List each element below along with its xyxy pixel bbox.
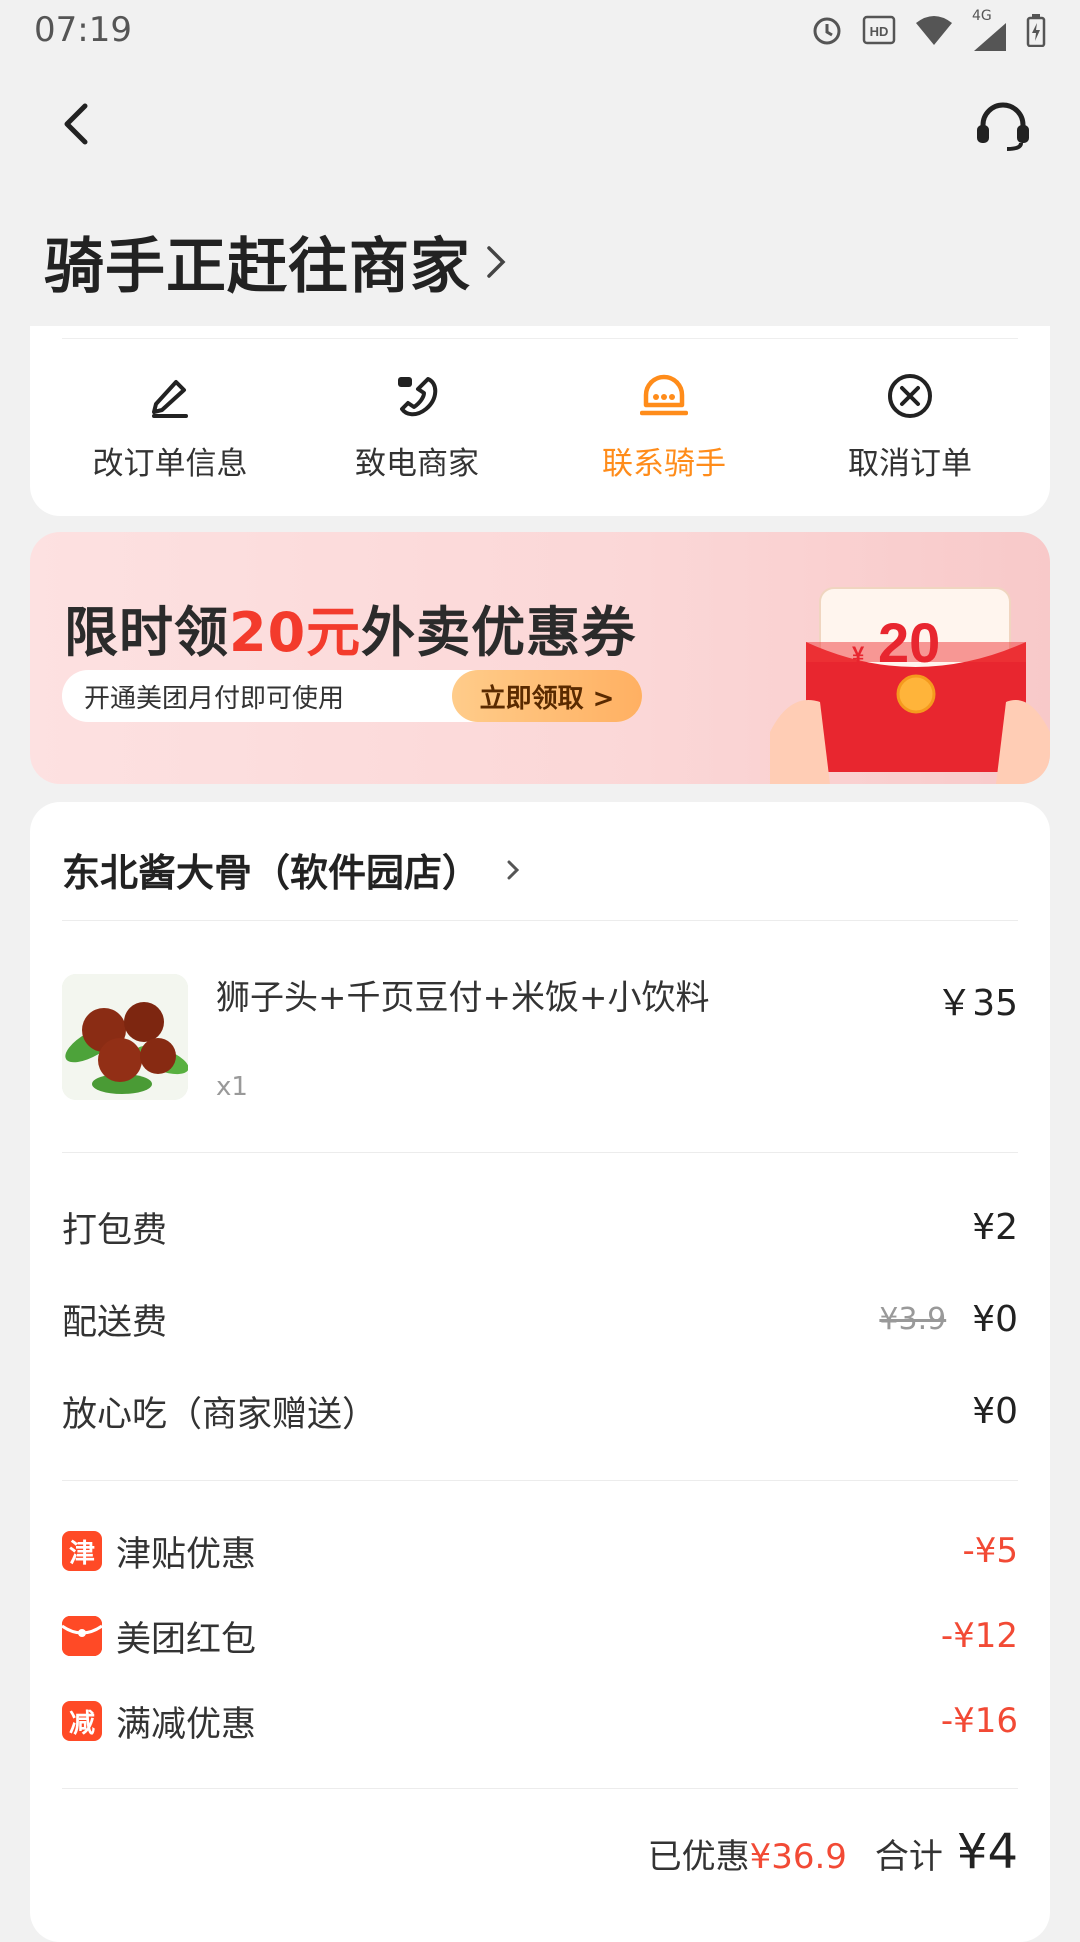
chat-icon xyxy=(640,372,688,420)
chevron-right-icon xyxy=(507,860,520,879)
pencil-icon xyxy=(146,372,194,420)
contact-rider-button[interactable]: 联系骑手 xyxy=(544,372,784,492)
action-label: 改订单信息 xyxy=(92,446,248,482)
status-time: 07:19 xyxy=(34,10,132,50)
cancel-icon xyxy=(886,372,934,420)
red-packet-icon xyxy=(62,1616,102,1656)
back-arrow-icon xyxy=(64,103,88,145)
banner-title-highlight: 20元 xyxy=(229,601,362,664)
customer-service-button[interactable] xyxy=(970,92,1036,158)
banner-subtitle: 开通美团月付即可使用 xyxy=(84,683,345,714)
coupon-currency: ¥ xyxy=(852,642,865,667)
fee-label: 放心吃（商家赠送） xyxy=(62,1394,378,1435)
status-bar: 07:19 HD 4G xyxy=(0,0,1080,60)
discount-label: 津贴优惠 xyxy=(116,1534,257,1575)
chevron-right-icon xyxy=(487,245,506,278)
item-price: ￥35 xyxy=(936,983,1018,1024)
action-label: 取消订单 xyxy=(848,446,972,482)
total-label: 合计 xyxy=(874,1837,943,1877)
shop-header[interactable]: 东北酱大骨（软件园店） xyxy=(62,842,520,897)
fee-label: 配送费 xyxy=(62,1302,168,1343)
network-type: 4G xyxy=(972,8,992,24)
svg-text:HD: HD xyxy=(870,24,889,39)
delivery-fee-row: 配送费 ¥3.9 ¥0 xyxy=(62,1294,1018,1344)
headset-icon xyxy=(977,102,1029,151)
alarm-icon xyxy=(813,17,841,45)
food-safety-row: 放心吃（商家赠送） ¥0 xyxy=(62,1386,1018,1436)
fee-value: ¥2 xyxy=(972,1206,1018,1248)
status-icons: HD 4G xyxy=(810,9,1046,51)
top-bar xyxy=(0,88,1080,158)
fee-label: 打包费 xyxy=(62,1210,168,1251)
discount-value: -¥16 xyxy=(940,1701,1018,1741)
hd-icon: HD xyxy=(862,15,896,45)
red-envelope-coupon-image: ¥ 20 xyxy=(770,587,1050,784)
back-button[interactable] xyxy=(46,94,106,154)
discount-label: 满减优惠 xyxy=(116,1704,257,1745)
packaging-fee-row: 打包费 ¥2 xyxy=(62,1202,1018,1252)
allowance-badge-icon: 津 xyxy=(62,1531,102,1571)
banner-title: 限时领20元外卖优惠券 xyxy=(64,588,636,667)
banner-title-suffix: 外卖优惠券 xyxy=(361,601,637,664)
banner-subtitle-pill: 开通美团月付即可使用 立即领取 > xyxy=(62,670,642,722)
original-fee: ¥3.9 xyxy=(879,1301,947,1337)
coupon-amount: 20 xyxy=(878,611,940,674)
cancel-order-button[interactable]: 取消订单 xyxy=(790,372,1030,492)
order-actions-card: 改订单信息 致电商家 联系骑手 取消订单 xyxy=(30,326,1050,516)
claim-coupon-button[interactable]: 立即领取 > xyxy=(452,670,642,722)
action-label: 联系骑手 xyxy=(602,446,726,482)
order-detail-card: 东北酱大骨（软件园店） 狮子头+千页豆付+米饭+小饮料 x1 ￥35 打包费 ¥… xyxy=(30,802,1050,1942)
fee-value: ¥0 xyxy=(972,1298,1018,1340)
item-quantity: x1 xyxy=(216,1072,248,1102)
phone-icon xyxy=(393,372,441,420)
banner-title-prefix: 限时领 xyxy=(64,601,229,664)
edit-order-button[interactable]: 改订单信息 xyxy=(50,372,290,492)
fee-value: ¥0 xyxy=(972,1390,1018,1432)
divider xyxy=(62,1152,1018,1153)
signal-icon xyxy=(974,23,1006,51)
coupon-promo-banner[interactable]: 限时领20元外卖优惠券 开通美团月付即可使用 立即领取 > ¥ 20 xyxy=(30,532,1050,784)
call-merchant-button[interactable]: 致电商家 xyxy=(297,372,537,492)
page-title: 骑手正赶往商家 xyxy=(44,232,471,302)
action-label: 致电商家 xyxy=(355,446,479,482)
saved-value: ¥36.9 xyxy=(749,1837,847,1877)
order-total-row: 已优惠 ¥36.9 合计 ¥4 xyxy=(648,1824,1018,1880)
battery-icon xyxy=(1026,14,1046,47)
divider xyxy=(62,1480,1018,1481)
item-thumbnail xyxy=(62,974,188,1100)
divider xyxy=(62,338,1018,339)
divider xyxy=(62,1788,1018,1789)
total-value: ¥4 xyxy=(956,1824,1018,1880)
discount-label: 美团红包 xyxy=(116,1619,257,1660)
saved-label: 已优惠 xyxy=(647,1837,750,1877)
wifi-icon xyxy=(916,16,952,45)
item-name: 狮子头+千页豆付+米饭+小饮料 xyxy=(216,978,710,1018)
red-packet-discount-row: 美团红包 -¥12 xyxy=(62,1611,1018,1661)
shop-name: 东北酱大骨（软件园店） xyxy=(62,851,481,895)
divider xyxy=(62,920,1018,921)
discount-value: -¥12 xyxy=(940,1616,1018,1656)
full-reduction-discount-row: 减 满减优惠 -¥16 xyxy=(62,1696,1018,1746)
order-status-header[interactable]: 骑手正赶往商家 xyxy=(44,218,507,305)
reduction-badge-icon: 减 xyxy=(62,1701,102,1741)
discount-value: -¥5 xyxy=(962,1531,1018,1571)
allowance-discount-row: 津 津贴优惠 -¥5 xyxy=(62,1526,1018,1576)
